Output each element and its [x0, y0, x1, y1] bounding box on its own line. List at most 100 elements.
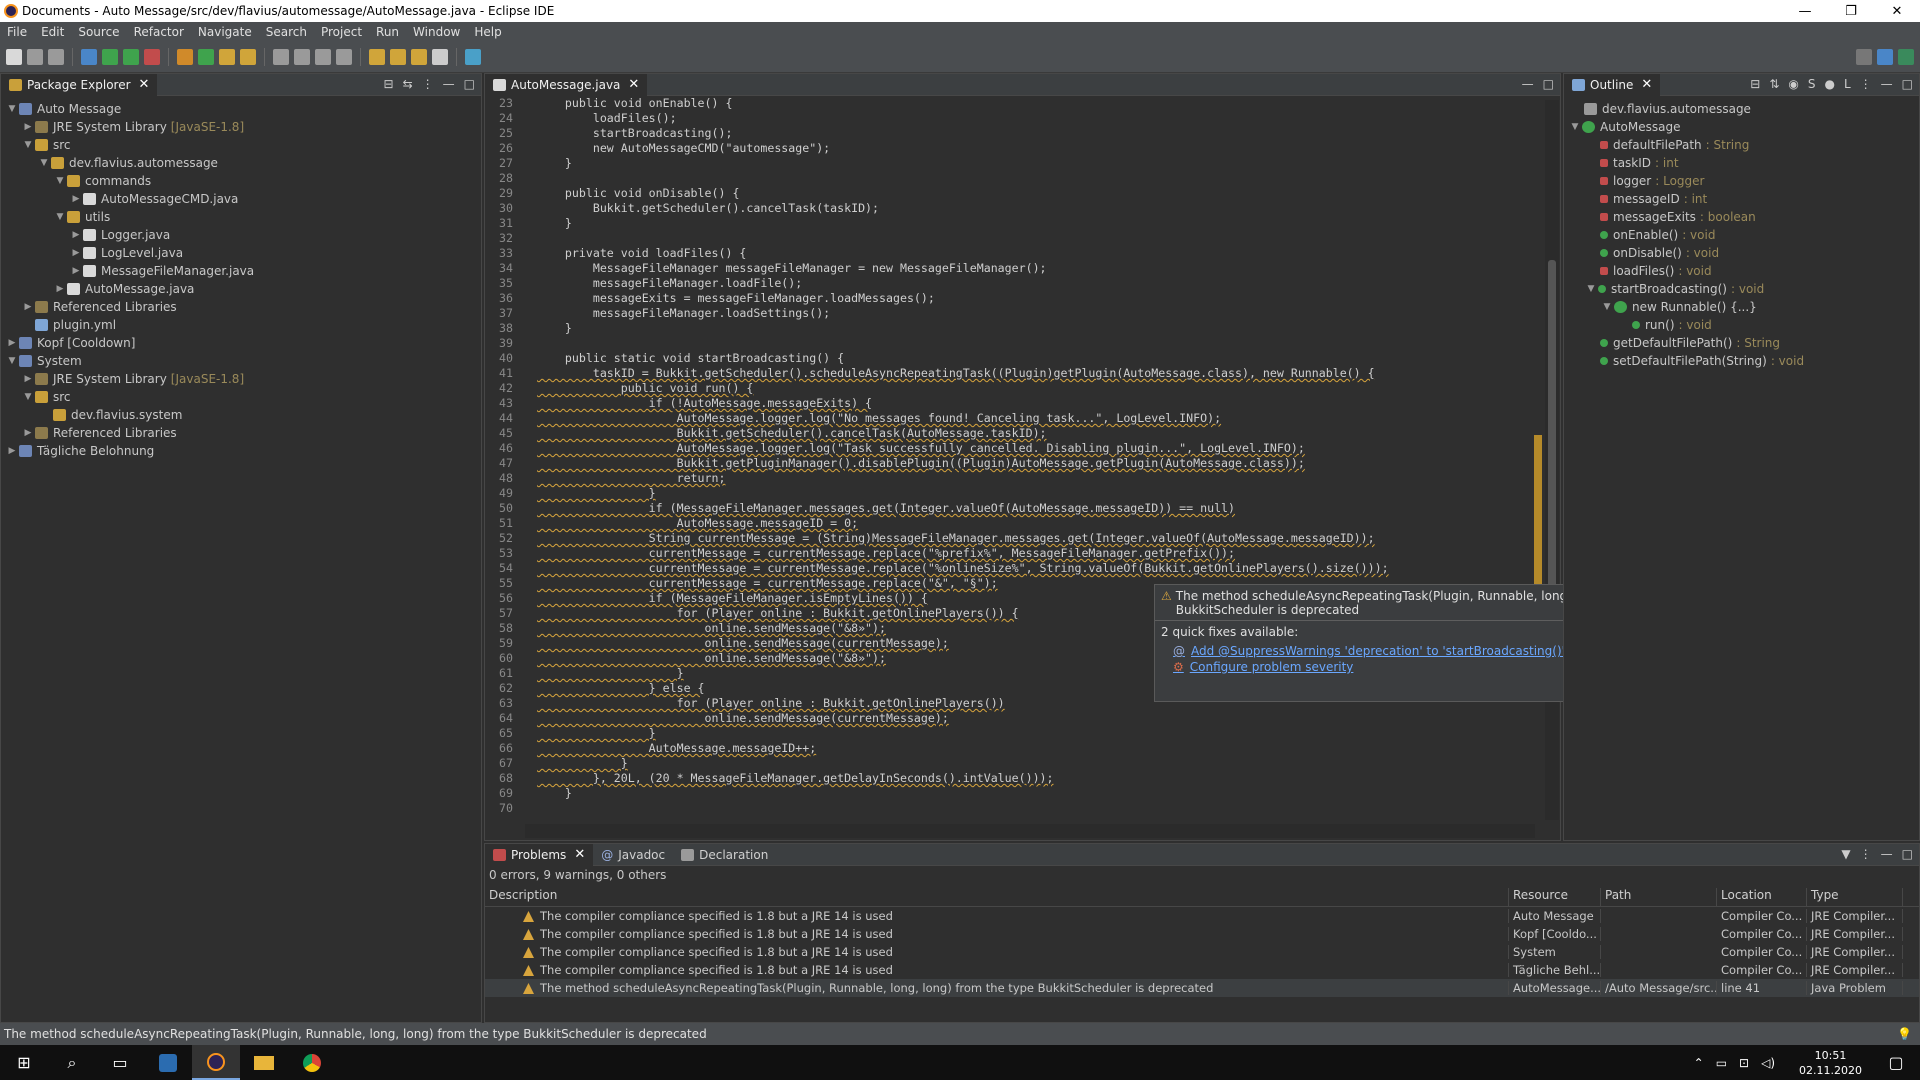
- menu-edit[interactable]: Edit: [34, 25, 71, 39]
- outline-member[interactable]: getDefaultFilePath() : String: [1564, 334, 1919, 352]
- tab-declaration[interactable]: Declaration: [673, 844, 776, 866]
- maximize-view-icon[interactable]: □: [1902, 847, 1913, 861]
- battery-icon[interactable]: ▭: [1716, 1056, 1727, 1070]
- code-line[interactable]: 32: [485, 231, 1560, 246]
- minimize-view-icon[interactable]: —: [1522, 77, 1534, 91]
- view-menu-icon[interactable]: ⋮: [422, 77, 434, 91]
- code-line[interactable]: 35 messageFileManager.loadFile();: [485, 276, 1560, 291]
- save-all-icon[interactable]: [48, 48, 64, 65]
- chevron-right-icon[interactable]: ▶: [5, 446, 19, 456]
- chevron-right-icon[interactable]: ▶: [69, 230, 83, 240]
- next-annotation-icon[interactable]: [369, 48, 385, 65]
- restore-button[interactable]: ❐: [1828, 4, 1874, 19]
- outline-member[interactable]: messageID : int: [1564, 190, 1919, 208]
- tree-item-project[interactable]: ▶ Kopf [Cooldown]: [1, 334, 481, 352]
- view-menu-icon[interactable]: ⋮: [1860, 847, 1872, 861]
- toggle-mark-icon[interactable]: [294, 48, 310, 65]
- tree-item-file[interactable]: ▶ LogLevel.java: [1, 244, 481, 262]
- code-line[interactable]: 54 currentMessage = currentMessage.repla…: [485, 561, 1560, 576]
- tree-item-commands[interactable]: ▼ commands: [1, 172, 481, 190]
- pin-editor-icon[interactable]: [465, 48, 481, 65]
- block-selection-icon[interactable]: [315, 48, 331, 65]
- code-line[interactable]: 33 private void loadFiles() {: [485, 246, 1560, 261]
- menu-source[interactable]: Source: [71, 25, 126, 39]
- quick-access-search-icon[interactable]: [1856, 48, 1872, 65]
- run-icon[interactable]: [102, 48, 118, 65]
- code-line[interactable]: 25 startBroadcasting();: [485, 126, 1560, 141]
- menu-search[interactable]: Search: [259, 25, 314, 39]
- code-line[interactable]: 34 MessageFileManager messageFileManager…: [485, 261, 1560, 276]
- code-line[interactable]: 40 public static void startBroadcasting(…: [485, 351, 1560, 366]
- chevron-down-icon[interactable]: ▼: [21, 392, 35, 402]
- outline-member[interactable]: setDefaultFilePath(String) : void: [1564, 352, 1919, 370]
- maximize-view-icon[interactable]: □: [1543, 77, 1554, 91]
- chrome-icon[interactable]: [288, 1045, 336, 1080]
- code-line[interactable]: 29 public void onDisable() {: [485, 186, 1560, 201]
- code-line[interactable]: 68 }, 20L, (20 * MessageFileManager.getD…: [485, 771, 1560, 786]
- minimize-button[interactable]: —: [1782, 4, 1828, 19]
- code-line[interactable]: 24 loadFiles();: [485, 111, 1560, 126]
- chevron-down-icon[interactable]: ▼: [1600, 302, 1614, 312]
- outline-member[interactable]: onEnable() : void: [1564, 226, 1919, 244]
- tab-javadoc[interactable]: @ Javadoc: [593, 844, 673, 866]
- close-icon[interactable]: ✕: [1641, 77, 1652, 92]
- chevron-down-icon[interactable]: ▼: [5, 104, 19, 114]
- collapse-all-icon[interactable]: ⊟: [384, 77, 394, 91]
- code-line[interactable]: 23 public void onEnable() {: [485, 96, 1560, 111]
- filter-icon[interactable]: ▼: [1841, 847, 1850, 861]
- minimize-view-icon[interactable]: —: [443, 77, 455, 91]
- column-resource[interactable]: Resource: [1509, 888, 1601, 906]
- task-view-icon[interactable]: ▭: [96, 1045, 144, 1080]
- eclipse-taskbar-icon[interactable]: [192, 1045, 240, 1080]
- chevron-down-icon[interactable]: ▼: [21, 140, 35, 150]
- horizontal-scrollbar[interactable]: [525, 824, 1535, 838]
- save-icon[interactable]: [27, 48, 43, 65]
- code-line[interactable]: 26 new AutoMessageCMD("automessage");: [485, 141, 1560, 156]
- code-line[interactable]: 66 AutoMessage.messageID++;: [485, 741, 1560, 756]
- tab-automessage-java[interactable]: AutoMessage.java ✕: [485, 73, 648, 96]
- open-type-icon[interactable]: [219, 48, 235, 65]
- tree-item-file[interactable]: ▶ AutoMessageCMD.java: [1, 190, 481, 208]
- code-line[interactable]: 64 online.sendMessage(currentMessage);: [485, 711, 1560, 726]
- show-whitespace-icon[interactable]: [336, 48, 352, 65]
- sort-icon[interactable]: ⇅: [1769, 77, 1779, 91]
- column-type[interactable]: Type: [1807, 888, 1903, 906]
- code-editor[interactable]: 23 public void onEnable() {24 loadFiles(…: [485, 96, 1560, 840]
- hide-non-public-icon[interactable]: ●: [1824, 77, 1834, 91]
- outline-member[interactable]: loadFiles() : void: [1564, 262, 1919, 280]
- outline-member[interactable]: ▼ startBroadcasting() : void: [1564, 280, 1919, 298]
- vertical-scrollbar[interactable]: [1545, 100, 1559, 820]
- chevron-down-icon[interactable]: ▼: [5, 356, 19, 366]
- tree-item-src[interactable]: ▼ src: [1, 388, 481, 406]
- code-line[interactable]: 45 Bukkit.getScheduler().cancelTask(Auto…: [485, 426, 1560, 441]
- start-icon[interactable]: ⊞: [0, 1045, 48, 1080]
- code-line[interactable]: 69 }: [485, 786, 1560, 801]
- close-icon[interactable]: ✕: [628, 77, 639, 92]
- prev-annotation-icon[interactable]: [390, 48, 406, 65]
- tree-item-jre[interactable]: ▶ JRE System Library [JavaSE-1.8]: [1, 370, 481, 388]
- forward-icon[interactable]: [432, 48, 448, 65]
- code-line[interactable]: 28: [485, 171, 1560, 186]
- chevron-right-icon[interactable]: ▶: [21, 302, 35, 312]
- chevron-right-icon[interactable]: ▶: [69, 194, 83, 204]
- chevron-down-icon[interactable]: ▼: [53, 212, 67, 222]
- back-icon[interactable]: [411, 48, 427, 65]
- new-java-project-icon[interactable]: [177, 48, 193, 65]
- coverage-icon[interactable]: [123, 48, 139, 65]
- code-line[interactable]: 65 }: [485, 726, 1560, 741]
- code-line[interactable]: 42 public void run() {: [485, 381, 1560, 396]
- code-line[interactable]: 53 currentMessage = currentMessage.repla…: [485, 546, 1560, 561]
- code-line[interactable]: 30 Bukkit.getScheduler().cancelTask(task…: [485, 201, 1560, 216]
- lightbulb-icon[interactable]: 💡: [1897, 1027, 1912, 1041]
- close-icon[interactable]: ✕: [139, 77, 150, 92]
- tree-item-jre[interactable]: ▶ JRE System Library [JavaSE-1.8]: [1, 118, 481, 136]
- chevron-right-icon[interactable]: ▶: [5, 338, 19, 348]
- debug-icon[interactable]: [81, 48, 97, 65]
- maximize-view-icon[interactable]: □: [464, 77, 475, 91]
- chevron-right-icon[interactable]: ▶: [69, 266, 83, 276]
- outline-class[interactable]: ▼ AutoMessage: [1564, 118, 1919, 136]
- tree-item-package[interactable]: dev.flavius.system: [1, 406, 481, 424]
- chevron-right-icon[interactable]: ▶: [21, 428, 35, 438]
- menu-run[interactable]: Run: [369, 25, 406, 39]
- code-line[interactable]: 31 }: [485, 216, 1560, 231]
